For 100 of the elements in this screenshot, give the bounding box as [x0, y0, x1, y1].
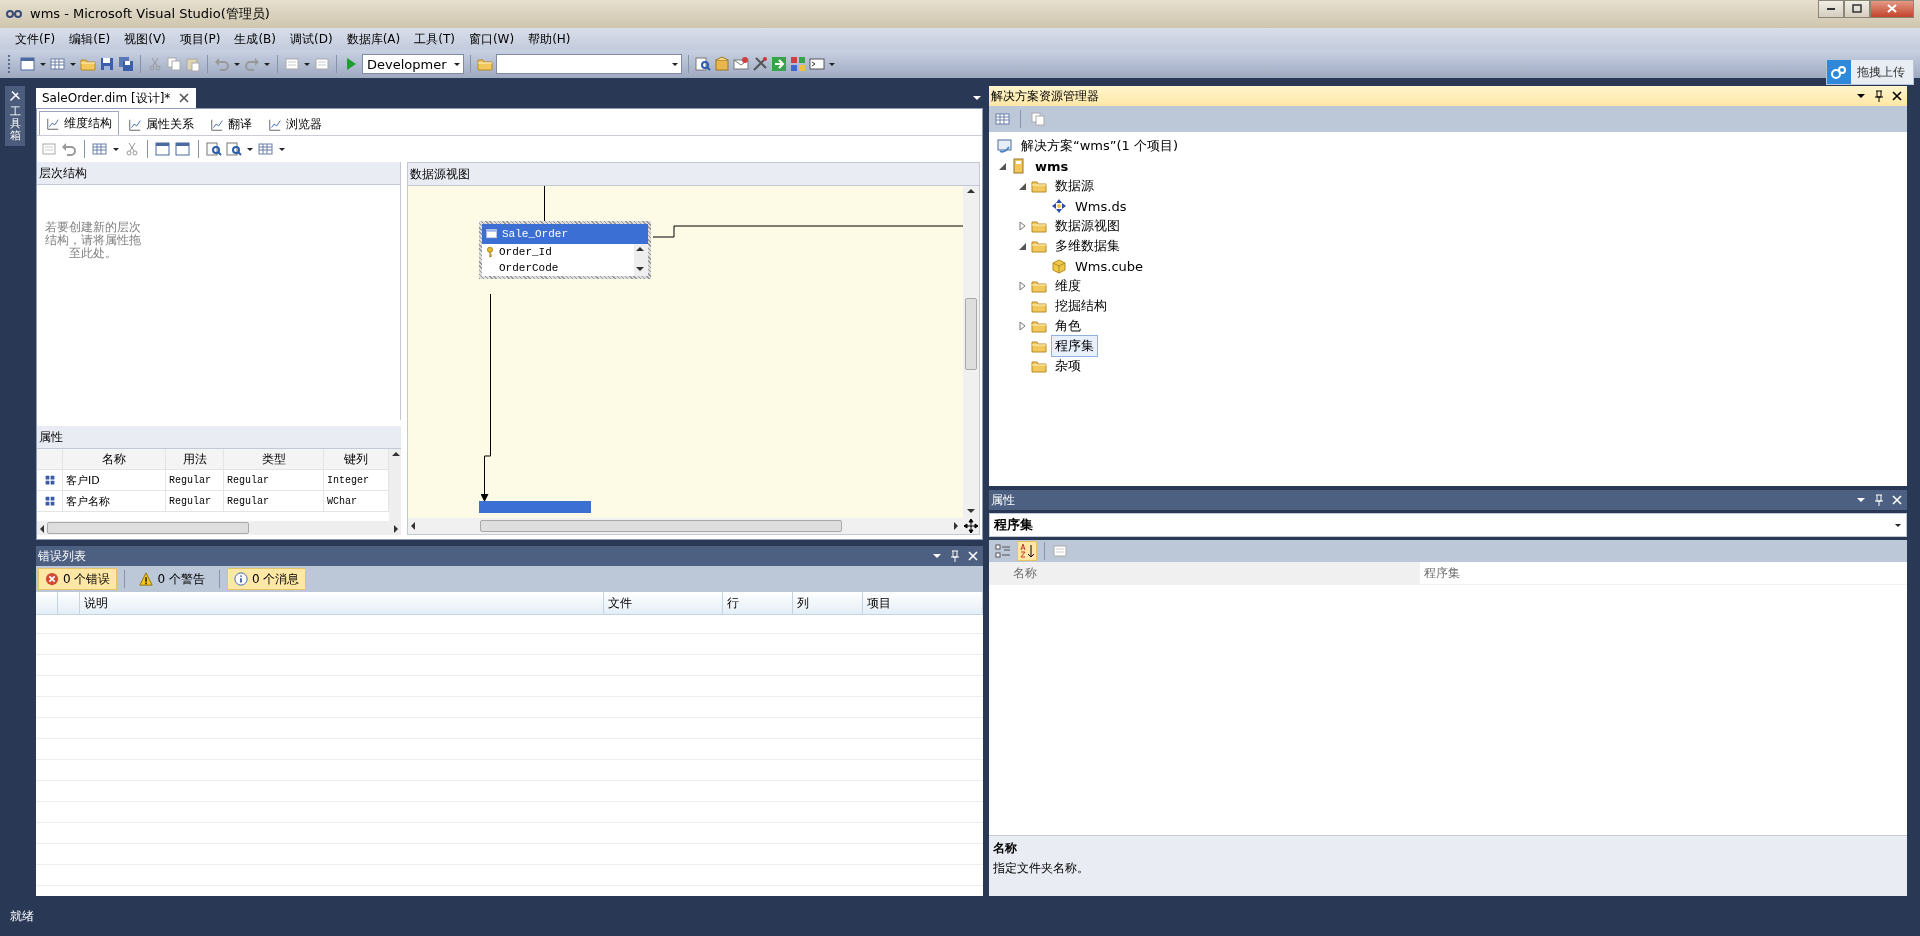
designer-tab[interactable]: 维度结构: [39, 111, 119, 135]
caret-icon[interactable]: [39, 60, 47, 68]
filter-button[interactable]: 0 个消息: [226, 568, 307, 590]
property-value[interactable]: 程序集: [1420, 562, 1907, 584]
console-icon[interactable]: [809, 56, 825, 72]
collapse-arrow-icon[interactable]: [1017, 241, 1027, 251]
tree-item[interactable]: 维度: [1051, 275, 1085, 297]
caret-icon[interactable]: [246, 145, 254, 153]
filter-button[interactable]: 0 个警告: [132, 568, 212, 590]
envelope-icon[interactable]: [733, 56, 749, 72]
document-tab[interactable]: SaleOrder.dim [设计]*: [36, 88, 197, 108]
column-header[interactable]: 键列: [324, 449, 389, 469]
folder-icon: [1031, 358, 1047, 374]
collapse-arrow-icon[interactable]: [997, 161, 1007, 171]
caret-icon[interactable]: [233, 60, 241, 68]
caret-icon: [453, 60, 461, 68]
blocks-icon[interactable]: [790, 56, 806, 72]
menu-item[interactable]: 数据库(A): [339, 28, 408, 50]
menu-item[interactable]: 生成(B): [227, 28, 283, 50]
window-icon[interactable]: [175, 141, 191, 157]
window-icon[interactable]: [20, 56, 36, 72]
menu-item[interactable]: 文件(F): [8, 28, 63, 50]
close-button[interactable]: [1870, 0, 1914, 18]
expand-arrow-icon[interactable]: [1017, 281, 1027, 291]
tree-item[interactable]: 程序集: [1051, 335, 1098, 357]
caret-icon[interactable]: [69, 60, 77, 68]
scrollbar-thumb[interactable]: [480, 520, 842, 532]
menu-item[interactable]: 项目(P): [172, 28, 228, 50]
sort-button[interactable]: [1017, 541, 1037, 561]
upload-button[interactable]: 拖拽上传: [1826, 59, 1914, 85]
close-icon[interactable]: [1891, 90, 1903, 102]
expand-arrow-icon[interactable]: [1017, 221, 1027, 231]
tree-item[interactable]: 解决方案“wms”(1 个项目): [1017, 135, 1183, 157]
column-header[interactable]: 项目: [863, 592, 983, 614]
arrow-box-icon[interactable]: [771, 56, 787, 72]
window-icon[interactable]: [155, 141, 171, 157]
chart-icon: [128, 117, 142, 132]
menu-item[interactable]: 工具(T): [407, 28, 462, 50]
designer-tab[interactable]: 翻译: [203, 113, 259, 135]
menu-item[interactable]: 帮助(H): [521, 28, 578, 50]
column-header[interactable]: 说明: [80, 592, 604, 614]
tree-item[interactable]: 杂项: [1051, 355, 1085, 377]
caret-icon[interactable]: [828, 60, 836, 68]
tree-item[interactable]: 数据源视图: [1051, 215, 1124, 237]
close-icon[interactable]: [178, 92, 191, 104]
tree-item[interactable]: Wms.ds: [1071, 196, 1131, 216]
properties-icon[interactable]: [995, 111, 1011, 127]
database-table[interactable]: Sale_Order Order_Id OrderCode: [479, 221, 651, 279]
scrollbar-thumb[interactable]: [965, 298, 977, 370]
menu-item[interactable]: 视图(V): [117, 28, 173, 50]
scrollbar-thumb[interactable]: [47, 522, 249, 534]
column-header[interactable]: 用法: [166, 449, 224, 469]
table-cell: Regular: [224, 470, 324, 490]
connector-line: [544, 186, 545, 222]
caret-icon[interactable]: [112, 145, 120, 153]
caret-icon: [1894, 521, 1902, 529]
expand-arrow-icon[interactable]: [1017, 321, 1027, 331]
column-header[interactable]: 列: [793, 592, 863, 614]
find-icon[interactable]: [226, 141, 242, 157]
warning-icon: [139, 572, 154, 586]
collapse-arrow-icon[interactable]: [1017, 181, 1027, 191]
column-header[interactable]: 类型: [224, 449, 324, 469]
find-icon[interactable]: [695, 56, 711, 72]
tree-item[interactable]: 挖掘结构: [1051, 295, 1111, 317]
column-header[interactable]: 文件: [604, 592, 723, 614]
caret-icon[interactable]: [303, 60, 311, 68]
tree-item[interactable]: 多维数据集: [1051, 235, 1124, 257]
save-all-icon[interactable]: [118, 56, 134, 72]
menu-item[interactable]: 调试(D): [283, 28, 340, 50]
caret-icon[interactable]: [263, 60, 271, 68]
tree-item[interactable]: Wms.cube: [1071, 256, 1148, 276]
tree-item[interactable]: 角色: [1051, 315, 1085, 337]
save-icon[interactable]: [99, 56, 115, 72]
column-header[interactable]: 行: [723, 592, 793, 614]
designer-tab[interactable]: 浏览器: [261, 113, 329, 135]
tree-item[interactable]: 数据源: [1051, 175, 1098, 197]
column-header[interactable]: 名称: [63, 449, 166, 469]
undo-icon[interactable]: [61, 141, 77, 157]
pin-icon[interactable]: [1873, 90, 1885, 102]
toolbox-tab[interactable]: 工具箱: [5, 86, 25, 147]
caret-icon[interactable]: [278, 145, 286, 153]
table-cell: 客户ID: [63, 470, 166, 490]
designer-tab[interactable]: 属性关系: [121, 113, 201, 135]
menu-item[interactable]: 窗口(W): [461, 28, 522, 50]
table-column: OrderCode: [499, 262, 559, 274]
find-icon[interactable]: [206, 141, 222, 157]
info-icon: [233, 572, 248, 586]
scroll-right-icon[interactable]: [391, 523, 401, 533]
menu-item[interactable]: 编辑(E): [62, 28, 118, 50]
folder-icon: [1031, 178, 1047, 194]
configuration-dropdown[interactable]: Developmer: [362, 54, 464, 74]
move-icon[interactable]: [963, 518, 979, 534]
tree-item[interactable]: wms: [1031, 156, 1073, 176]
minimize-button[interactable]: [1818, 0, 1844, 18]
panel-title: 属性: [991, 491, 1015, 509]
platform-dropdown[interactable]: [496, 54, 682, 74]
maximize-button[interactable]: [1844, 0, 1870, 18]
tools-icon[interactable]: [752, 56, 768, 72]
object-dropdown[interactable]: 程序集: [989, 513, 1907, 537]
filter-button[interactable]: 0 个错误: [38, 568, 118, 590]
